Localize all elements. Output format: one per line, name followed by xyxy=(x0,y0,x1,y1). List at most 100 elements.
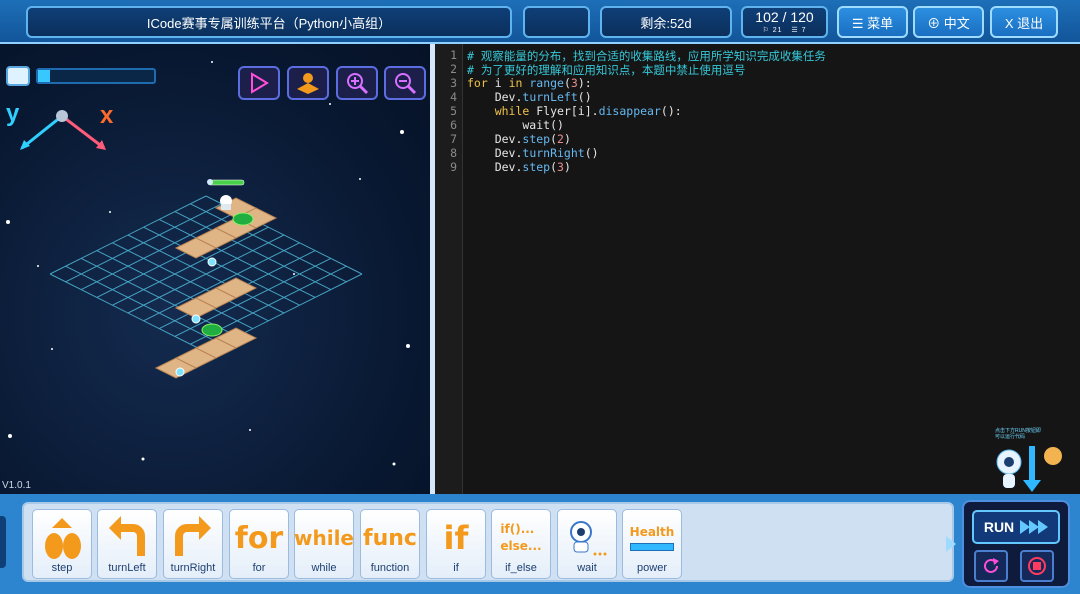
score-sub-a: ⚐ 21 xyxy=(762,27,783,34)
left-tab[interactable] xyxy=(0,516,6,568)
block-power-label: power xyxy=(637,562,667,574)
block-function[interactable]: func function xyxy=(360,509,420,579)
zoom-in-icon xyxy=(347,73,369,95)
run-button[interactable]: RUN xyxy=(972,510,1060,544)
block-while[interactable]: while while xyxy=(294,509,354,579)
block-if[interactable]: if if xyxy=(426,509,486,579)
code-text: Dev.step(2) xyxy=(467,132,571,146)
line-number: 3 xyxy=(450,76,457,90)
page-title-text: ICode赛事专属训练平台（Python小高组） xyxy=(146,15,392,31)
code-text: for i in range(3): xyxy=(467,76,592,90)
expand-arrow-icon[interactable] xyxy=(944,534,958,554)
code-line[interactable]: 4 Dev.turnLeft() xyxy=(435,90,1080,104)
line-number: 8 xyxy=(450,146,457,160)
language-button[interactable]: ⊕ 中文 xyxy=(913,6,984,38)
zoom-out-icon xyxy=(395,73,417,95)
refresh-icon xyxy=(984,558,999,573)
code-line[interactable]: 2 # 为了更好的理解和应用知识点，本题中禁止使用逗号 xyxy=(435,62,1080,77)
energy-progress xyxy=(36,68,156,84)
remaining-days-text: 剩余:52d xyxy=(640,15,692,31)
exit-button[interactable]: X 退出 xyxy=(990,6,1058,38)
scene-canvas xyxy=(6,61,410,466)
code-line[interactable]: 3 for i in range(3): xyxy=(435,76,1080,90)
line-number: 5 xyxy=(450,104,457,118)
block-for-art: for xyxy=(230,516,288,560)
play-speed-icon xyxy=(251,72,269,94)
path-tiles xyxy=(154,197,278,379)
block-step[interactable]: step xyxy=(32,509,92,579)
block-if-art: if xyxy=(427,516,485,560)
run-panel: RUN xyxy=(962,500,1070,588)
block-if-else-label: if_else xyxy=(505,562,537,574)
score-value: 102 / 120 xyxy=(755,9,814,25)
code-line[interactable]: 7 Dev.step(2) xyxy=(435,132,1080,146)
block-power-art-text: Health xyxy=(629,525,675,539)
code-line[interactable]: 5 while Flyer[i].disappear(): xyxy=(435,104,1080,118)
block-step-label: step xyxy=(51,562,73,574)
robot-assistant-icon xyxy=(996,446,1062,492)
remaining-days: 剩余:52d xyxy=(600,6,732,38)
block-wait-label: wait xyxy=(577,562,597,574)
blank-panel xyxy=(523,6,590,38)
code-text: Dev.turnLeft() xyxy=(467,90,592,104)
block-palette: step turnLeft turnRight for for while wh… xyxy=(22,502,954,582)
energy-progress-fill xyxy=(38,70,50,82)
bottom-bar: step turnLeft turnRight for for while wh… xyxy=(0,494,1080,594)
block-if-label: if xyxy=(453,562,459,574)
line-number: 4 xyxy=(450,90,457,104)
block-while-art: while xyxy=(294,516,354,560)
assistant: 点击下方RUN按钮即可以运行代码 xyxy=(995,428,1079,492)
code-text: Dev.step(3) xyxy=(467,160,571,174)
reset-button[interactable] xyxy=(974,550,1008,582)
block-turnright-label: turnRight xyxy=(170,562,216,574)
health-bar-icon xyxy=(630,543,674,551)
block-turnright[interactable]: turnRight xyxy=(163,509,223,579)
block-turnleft[interactable]: turnLeft xyxy=(97,509,157,579)
zoom-out-button[interactable] xyxy=(384,66,426,100)
wait-robot-icon xyxy=(558,516,616,560)
score-counter: 102 / 120 ⚐ 21 ☰ 7 xyxy=(741,6,828,38)
line-number: 2 xyxy=(450,62,457,76)
score-sub-b: ☰ 7 xyxy=(791,27,807,34)
zoom-in-button[interactable] xyxy=(336,66,378,100)
stop-button[interactable] xyxy=(1020,550,1054,582)
speed-button[interactable] xyxy=(238,66,280,100)
axis-indicator xyxy=(20,110,106,150)
code-line[interactable]: 6 wait() xyxy=(435,118,1080,132)
top-bar: ICode赛事专属训练平台（Python小高组） 剩余:52d 102 / 12… xyxy=(0,0,1080,44)
run-button-label: RUN xyxy=(983,519,1015,535)
line-number: 7 xyxy=(450,132,457,146)
map-pin-icon xyxy=(297,73,319,94)
block-function-label: function xyxy=(370,562,410,574)
block-for[interactable]: for for xyxy=(229,509,289,579)
block-while-art-text: while xyxy=(294,526,354,550)
score-details: ⚐ 21 ☰ 7 xyxy=(763,27,807,34)
code-line[interactable]: 1 # 观察能量的分布，找到合适的收集路线，应用所学知识完成收集任务 xyxy=(435,48,1080,63)
block-turnleft-label: turnLeft xyxy=(108,562,146,574)
code-line[interactable]: 8 Dev.turnRight() xyxy=(435,146,1080,160)
block-if-else[interactable]: if()... else... if_else xyxy=(491,509,551,579)
code-editor[interactable]: 1 # 观察能量的分布，找到合适的收集路线，应用所学知识完成收集任务 2 # 为了更好… xyxy=(435,44,1080,494)
block-power-art: Health xyxy=(623,516,681,560)
line-number: 9 xyxy=(450,160,457,174)
menu-button[interactable]: ☰ 菜单 xyxy=(837,6,908,38)
block-for-art-text: for xyxy=(234,520,284,556)
turn-left-icon xyxy=(98,516,156,560)
code-text: while Flyer[i].disappear(): xyxy=(494,104,682,118)
block-wait[interactable]: wait xyxy=(557,509,617,579)
block-for-label: for xyxy=(252,562,266,574)
block-if-else-art: if()... else... xyxy=(492,516,550,560)
map-view-button[interactable] xyxy=(287,66,329,100)
block-while-label: while xyxy=(311,562,337,574)
stop-icon xyxy=(1028,557,1046,575)
code-line[interactable]: 9 Dev.step(3) xyxy=(435,160,1080,174)
axis-x-label: x xyxy=(100,102,114,129)
battery-icon xyxy=(6,66,30,86)
block-power[interactable]: Health power xyxy=(622,509,682,579)
line-number: 1 xyxy=(450,48,457,62)
exit-button-label: X 退出 xyxy=(1004,15,1044,31)
line-number: 6 xyxy=(450,118,457,132)
turn-right-icon xyxy=(164,516,222,560)
page-title: ICode赛事专属训练平台（Python小高组） xyxy=(26,6,512,38)
code-text: Dev.turnRight() xyxy=(467,146,599,160)
